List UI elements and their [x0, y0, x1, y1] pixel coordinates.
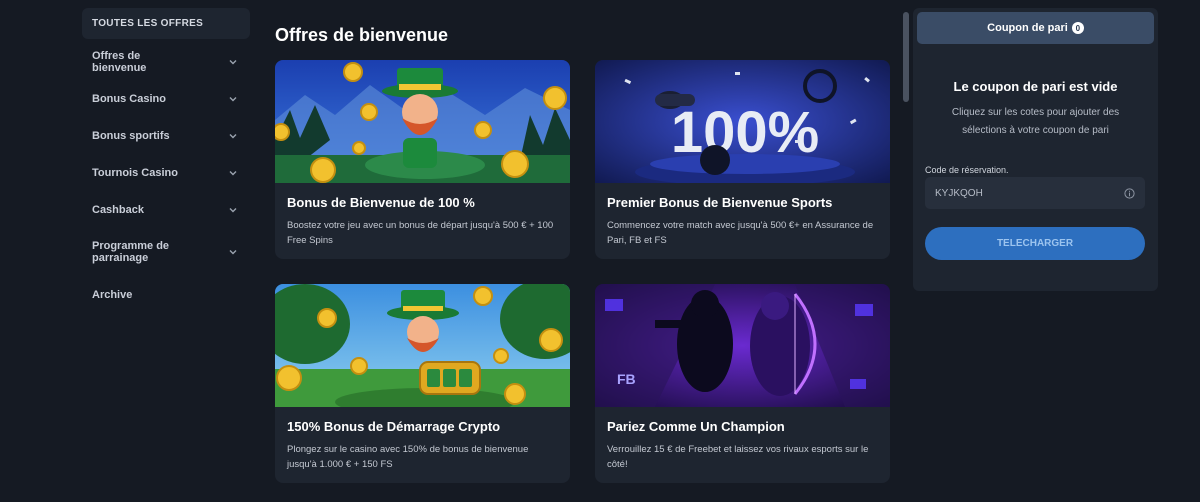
sidebar-item-label: Offres de bienvenue — [92, 49, 147, 74]
sidebar-item-label: Tournois Casino — [92, 166, 178, 179]
chevron-down-icon — [228, 131, 238, 141]
sidebar-header-all-offers[interactable]: TOUTES LES OFFRES — [82, 8, 250, 39]
sidebar-item-cashback[interactable]: Cashback — [82, 191, 250, 228]
sidebar-item-label: Programme de parrainage — [92, 240, 170, 264]
sidebar-item-label: Bonus Casino — [92, 92, 166, 105]
chevron-down-icon — [228, 168, 238, 178]
offer-card-description: Commencez votre match avec jusqu'à 500 €… — [607, 220, 874, 246]
sidebar-item-casino-bonus[interactable]: Bonus Casino — [82, 80, 250, 117]
tab-bet-coupon[interactable]: Coupon de pari 0 — [917, 12, 1154, 44]
sidebar-item-label: Archive — [92, 288, 133, 301]
sidebar-item-label: Cashback — [92, 203, 144, 216]
offer-card-title: Pariez Comme Un Champion — [607, 419, 785, 434]
sidebar-item-archive[interactable]: Archive — [82, 276, 250, 313]
offer-card-esports-champion[interactable]: FB Pariez Comme Un Champion Verrouillez … — [595, 284, 890, 483]
offer-card-description: Plongez sur le casino avec 150% de bonus… — [287, 444, 529, 470]
offer-card-title: Premier Bonus de Bienvenue Sports — [607, 195, 833, 210]
offer-card-title: 150% Bonus de Démarrage Crypto — [287, 419, 501, 434]
leprechaun-slot-image — [275, 284, 570, 407]
chevron-down-icon — [228, 57, 238, 67]
info-icon[interactable] — [1124, 187, 1135, 199]
bet-coupon-panel: Coupon de pari 0 Le coupon de pari est v… — [913, 8, 1158, 291]
page-title: Offres de bienvenue — [275, 25, 449, 45]
offer-card-sports-bonus[interactable]: 100% Premier Bonus de Bienvenue Sports C… — [595, 60, 890, 259]
sidebar-item-label: Bonus sportifs — [92, 129, 170, 142]
booking-code-input[interactable] — [935, 187, 1124, 199]
coupon-count-badge: 0 — [1071, 22, 1084, 34]
offer-card-welcome-bonus[interactable]: Bonus de Bienvenue de 100 % Boostez votr… — [275, 60, 570, 259]
offer-card-crypto-bonus[interactable]: 150% Bonus de Démarrage Crypto Plongez s… — [275, 284, 570, 483]
offer-card-title: Bonus de Bienvenue de 100 % — [287, 195, 475, 210]
chevron-down-icon — [228, 205, 238, 215]
card-image-text: 100% — [671, 100, 819, 165]
sports-100-percent-image: 100% — [595, 60, 890, 183]
page-scrollbar-thumb[interactable] — [903, 12, 909, 102]
booking-code-label: Code de réservation. — [925, 165, 1009, 175]
sidebar-item-casino-tournaments[interactable]: Tournois Casino — [82, 154, 250, 191]
coupon-empty-hint: Cliquez sur les cotes pour ajouter des s… — [951, 107, 1120, 136]
offer-card-description: Verrouillez 15 € de Freebet et laissez v… — [607, 444, 869, 470]
chevron-down-icon — [228, 94, 238, 104]
coupon-empty-title: Le coupon de pari est vide — [953, 79, 1118, 94]
coupon-tab-label: Coupon de pari — [987, 22, 1068, 34]
offer-card-description: Boostez votre jeu avec un bonus de dépar… — [287, 220, 554, 246]
download-button[interactable]: TELECHARGER — [925, 227, 1145, 260]
sidebar-item-welcome-offers[interactable]: Offres de bienvenue — [82, 43, 250, 80]
sidebar-item-referral-program[interactable]: Programme de parrainage — [82, 228, 250, 276]
chevron-down-icon — [228, 247, 238, 257]
esports-champion-image: FB — [595, 284, 890, 407]
booking-code-field[interactable] — [925, 177, 1145, 209]
leprechaun-coins-image — [275, 60, 570, 183]
offers-sidebar: TOUTES LES OFFRES Offres de bienvenue Bo… — [82, 8, 250, 313]
sidebar-list: Offres de bienvenue Bonus Casino Bonus s… — [82, 43, 250, 313]
sidebar-item-sports-bonus[interactable]: Bonus sportifs — [82, 117, 250, 154]
card-image-text: FB — [617, 371, 636, 387]
